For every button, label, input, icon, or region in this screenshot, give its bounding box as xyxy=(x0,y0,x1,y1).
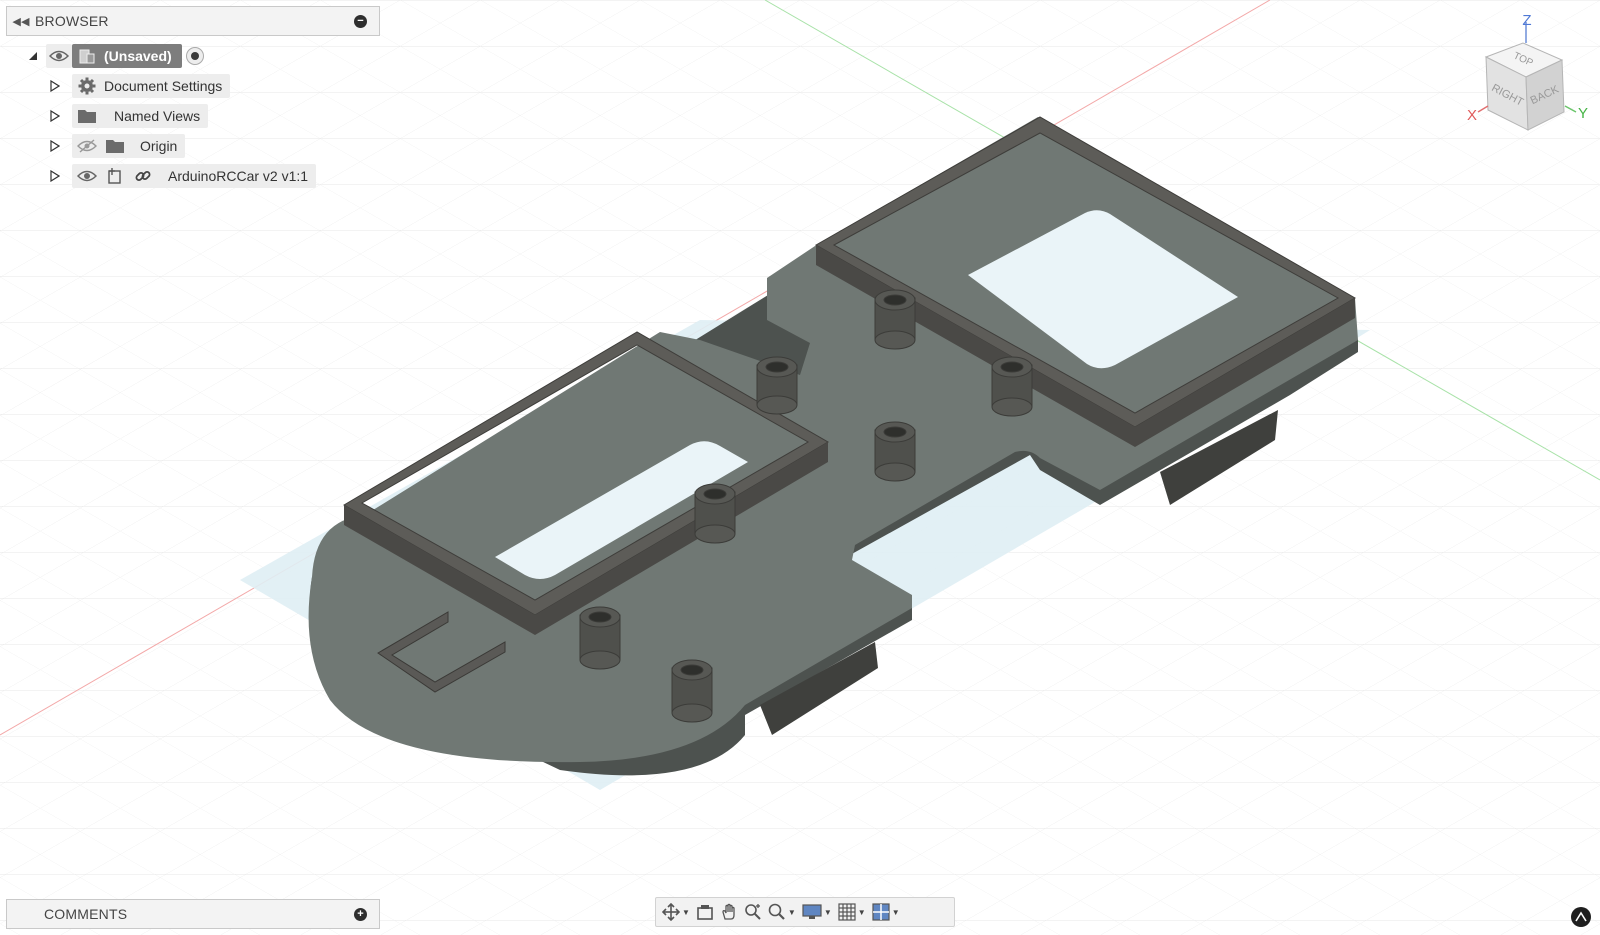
browser-item-document-settings[interactable]: Document Settings xyxy=(48,74,231,98)
collapsed-toggle-icon[interactable] xyxy=(48,169,62,183)
x-axis-label: X xyxy=(1467,107,1477,124)
browser-title: BROWSER xyxy=(35,13,109,29)
collapsed-toggle-icon[interactable] xyxy=(48,79,62,93)
orbit-icon xyxy=(662,903,680,921)
origin-chip: Origin xyxy=(72,134,186,158)
hidden-eye-icon[interactable] xyxy=(76,135,98,157)
document-settings-chip: Document Settings xyxy=(72,74,231,98)
browser-panel-header[interactable]: ◀◀ BROWSER − xyxy=(6,6,380,36)
collapsed-toggle-icon[interactable] xyxy=(48,139,62,153)
navigation-toolbar: ▼ ▼ ▼ ▼ ▼ xyxy=(655,897,955,927)
folder-icon xyxy=(104,135,126,157)
link-icon xyxy=(132,165,154,187)
fit-tool[interactable]: ▼ xyxy=(768,903,796,921)
comments-panel-header[interactable]: COMMENTS + xyxy=(6,899,380,929)
document-component-icon xyxy=(76,45,98,67)
chevron-down-icon[interactable]: ▼ xyxy=(892,908,900,917)
pan-tool[interactable] xyxy=(720,903,738,921)
browser-item-origin[interactable]: Origin xyxy=(48,134,186,158)
grid-settings-tool[interactable]: ▼ xyxy=(838,903,866,921)
browser-root-row[interactable]: (Unsaved) xyxy=(26,44,204,68)
root-visibility-toggle[interactable] xyxy=(46,44,72,68)
named-views-chip: Named Views xyxy=(72,104,209,128)
eye-icon[interactable] xyxy=(76,165,98,187)
folder-icon xyxy=(76,105,98,127)
named-views-label: Named Views xyxy=(114,108,201,124)
canvas-viewport[interactable]: TOP RIGHT BACK Z X Y xyxy=(0,0,1600,935)
expanded-toggle-icon[interactable] xyxy=(26,49,40,63)
root-label: (Unsaved) xyxy=(104,48,172,64)
look-at-icon xyxy=(697,905,713,920)
display-settings-tool[interactable]: ▼ xyxy=(802,903,832,921)
add-comment-button[interactable]: + xyxy=(354,907,367,921)
browser-item-named-views[interactable]: Named Views xyxy=(48,104,209,128)
zoom-icon xyxy=(745,904,761,920)
document-settings-label: Document Settings xyxy=(104,78,223,94)
look-at-tool[interactable] xyxy=(696,903,714,921)
root-component-node[interactable]: (Unsaved) xyxy=(72,44,182,68)
gear-icon xyxy=(76,75,98,97)
fusion-logo-icon[interactable] xyxy=(1571,907,1591,927)
z-axis-label: Z xyxy=(1522,12,1531,29)
magnifier-icon xyxy=(768,903,785,920)
chevron-down-icon[interactable]: ▼ xyxy=(824,908,832,917)
arduinorccar-chip: ArduinoRCCar v2 v1:1 xyxy=(72,164,317,188)
arduinorccar-label: ArduinoRCCar v2 v1:1 xyxy=(168,168,309,184)
hand-icon xyxy=(722,903,735,920)
zoom-tool[interactable] xyxy=(744,903,762,921)
viewports-tool[interactable]: ▼ xyxy=(872,903,900,921)
orbit-tool[interactable]: ▼ xyxy=(662,903,690,921)
browser-item-arduinorccar[interactable]: ArduinoRCCar v2 v1:1 xyxy=(48,164,317,188)
activate-component-radio[interactable] xyxy=(185,47,204,65)
comments-title: COMMENTS xyxy=(44,906,128,922)
model-viewport-svg: TOP RIGHT BACK Z X Y xyxy=(0,0,1600,935)
component-icon xyxy=(104,165,126,187)
minimize-browser-button[interactable]: − xyxy=(354,14,367,28)
chevron-down-icon[interactable]: ▼ xyxy=(682,908,690,917)
grid-icon xyxy=(838,903,856,921)
chevron-down-icon[interactable]: ▼ xyxy=(858,908,866,917)
viewports-icon xyxy=(872,903,890,921)
collapsed-toggle-icon[interactable] xyxy=(48,109,62,123)
eye-icon[interactable] xyxy=(48,45,70,67)
y-axis-label: Y xyxy=(1578,105,1588,122)
chevron-down-icon[interactable]: ▼ xyxy=(788,908,796,917)
origin-label: Origin xyxy=(140,138,178,154)
collapse-panel-icon[interactable]: ◀◀ xyxy=(7,15,35,28)
monitor-icon xyxy=(802,904,822,919)
